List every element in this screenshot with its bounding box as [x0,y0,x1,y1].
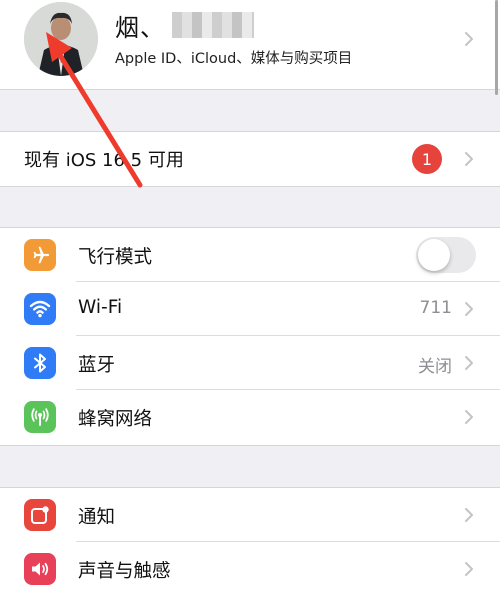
software-update-row[interactable]: 现有 iOS 16.5 可用 1 [0,132,500,186]
divider [0,89,500,90]
speaker-icon [24,553,56,585]
connectivity-group: 飞行模式 Wi-Fi 711 蓝牙 关闭 蜂窝网络 [0,228,500,445]
scrollbar[interactable] [495,0,498,95]
chevron-right-icon [464,31,474,47]
airplane-icon [24,239,56,271]
notifications-label: 通知 [78,507,116,528]
chevron-right-icon [464,409,474,425]
airplane-mode-label: 飞行模式 [78,247,153,268]
chevron-right-icon [464,507,474,523]
cellular-row[interactable]: 蜂窝网络 [0,390,500,444]
toggle-knob [418,239,450,271]
update-group: 现有 iOS 16.5 可用 1 [0,132,500,186]
bluetooth-row[interactable]: 蓝牙 关闭 [0,336,500,390]
airplane-mode-row: 飞行模式 [0,228,500,282]
chevron-right-icon [464,301,474,317]
sounds-haptics-label: 声音与触感 [78,561,171,582]
wifi-label: Wi-Fi [78,297,123,318]
apple-id-row[interactable]: 烟、 Apple ID、iCloud、媒体与购买项目 [0,0,500,89]
cellular-label: 蜂窝网络 [78,409,153,430]
update-label: 现有 iOS 16.5 可用 [24,150,184,171]
notifications-group: 通知 声音与触感 [0,488,500,600]
wifi-row[interactable]: Wi-Fi 711 [0,282,500,336]
bluetooth-status-value: 关闭 [418,357,452,377]
notification-icon [24,499,56,531]
chevron-right-icon [464,561,474,577]
cellular-antenna-icon [24,401,56,433]
divider [0,186,500,187]
notifications-row[interactable]: 通知 [0,488,500,542]
avatar [24,2,98,76]
profile-name: 烟、 [115,14,165,42]
airplane-mode-toggle[interactable] [416,237,476,273]
chevron-right-icon [464,355,474,371]
profile-group: 烟、 Apple ID、iCloud、媒体与购买项目 [0,0,500,89]
update-badge: 1 [412,144,442,174]
wifi-icon [24,293,56,325]
chevron-right-icon [464,151,474,167]
sounds-haptics-row[interactable]: 声音与触感 [0,542,500,600]
bluetooth-icon [24,347,56,379]
bluetooth-label: 蓝牙 [78,355,116,376]
profile-subtitle: Apple ID、iCloud、媒体与购买项目 [115,51,353,67]
wifi-network-value: 711 [419,298,452,318]
redacted-name-blur [172,12,254,38]
divider [0,445,500,446]
